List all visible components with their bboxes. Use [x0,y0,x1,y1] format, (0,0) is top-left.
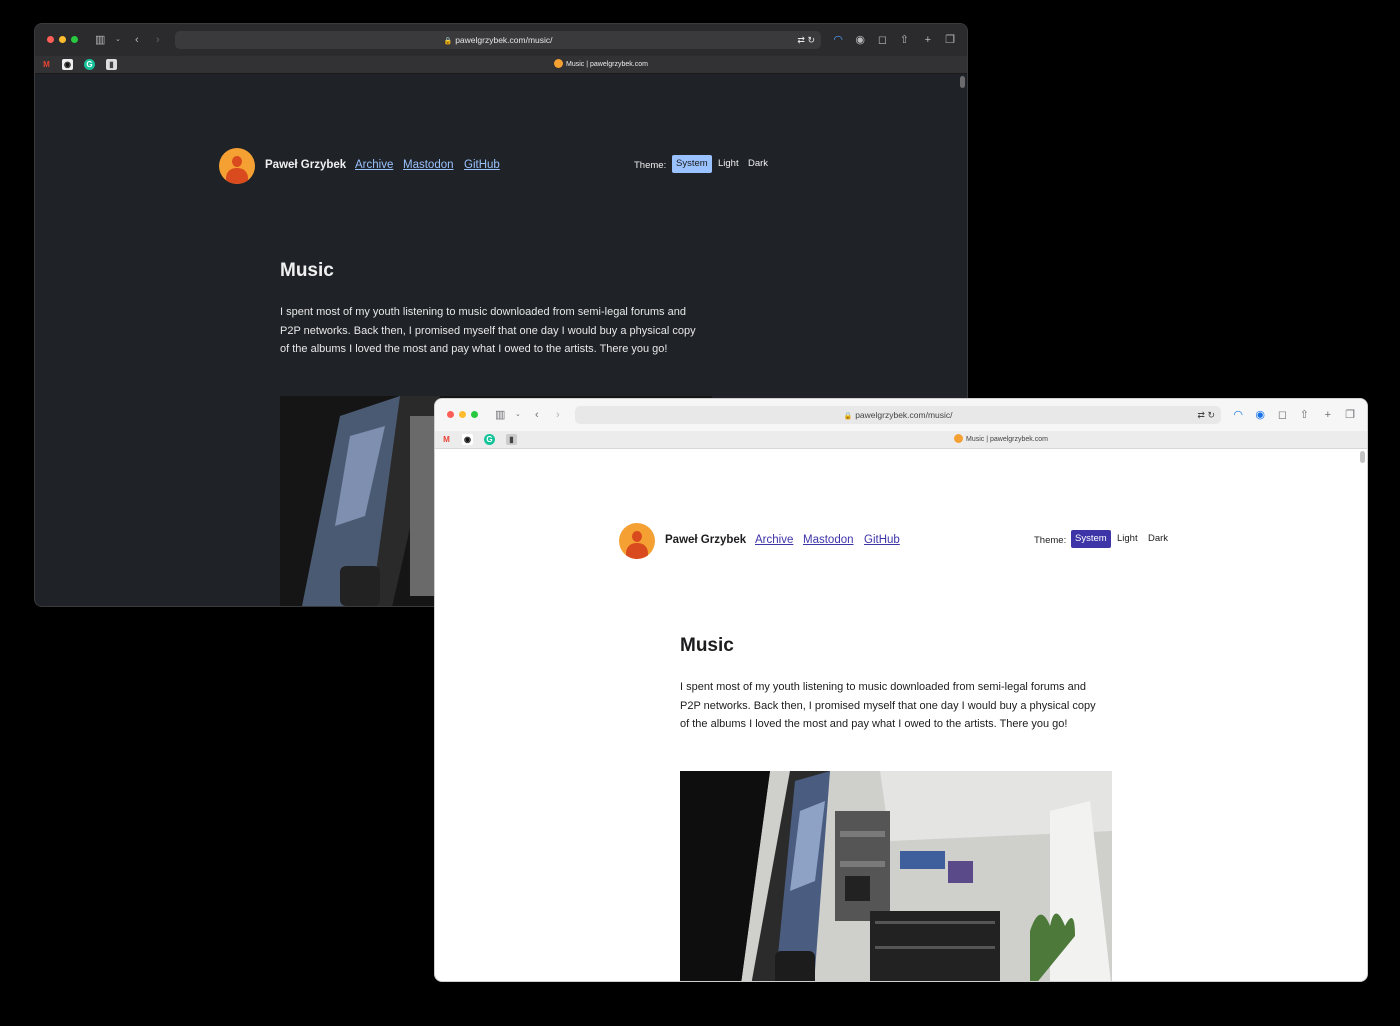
chat-icon[interactable]: ◻ [878,32,887,48]
tab-bar: M ◉ G ▮ Music | pawelgrzybek.com [35,56,967,74]
lock-icon: 🔒 [443,38,453,45]
theme-label: Theme: [1034,535,1067,546]
close-window-button[interactable] [447,411,454,418]
theme-dark-button[interactable]: Dark [744,155,772,173]
rss-icon[interactable]: ◠ [1233,407,1243,423]
site-header: Paweł Grzybek Archive Mastodon GitHub Th… [619,523,1179,561]
back-icon[interactable]: ‹ [135,32,139,48]
share-icon[interactable]: ⇧ [1300,407,1309,423]
chat-icon[interactable]: ◻ [1278,407,1287,423]
address-bar[interactable]: 🔒 pawelgrzybek.com/music/ ⇄ ↻ [575,406,1221,424]
tabs-overview-icon[interactable]: ❐ [945,32,955,48]
chevron-down-icon[interactable]: ⌄ [115,32,121,48]
back-icon[interactable]: ‹ [535,407,539,423]
lock-icon: 🔒 [843,413,853,420]
new-tab-icon[interactable]: + [1325,407,1331,423]
tabs-overview-icon[interactable]: ❐ [1345,407,1355,423]
nav-mastodon-link[interactable]: Mastodon [403,159,454,171]
url-text: pawelgrzybek.com/music/ [455,35,553,45]
browser-toolbar: ▥ ⌄ ‹ › ▤ 🔒pawelgrzybek.com/music/ ⇄ ↻ ◠… [435,399,1367,431]
music-room-photo [680,771,1112,981]
theme-system-button[interactable]: System [1071,530,1111,548]
tab-bar: M ◉ G ▮ Music | pawelgrzybek.com [435,431,1367,449]
nav-archive-link[interactable]: Archive [755,534,793,546]
avatar[interactable] [619,523,655,559]
theme-light-button[interactable]: Light [1113,530,1142,548]
theme-dark-button[interactable]: Dark [1144,530,1172,548]
rss-icon[interactable]: ◠ [833,32,843,48]
nav-mastodon-link[interactable]: Mastodon [803,534,854,546]
tab-active[interactable]: Music | pawelgrzybek.com [875,431,1127,448]
gmail-icon[interactable]: M [41,59,52,70]
address-bar[interactable]: 🔒 pawelgrzybek.com/music/ ⇄ ↻ [175,31,821,49]
theme-label: Theme: [634,160,667,171]
gmail-icon[interactable]: M [441,434,452,445]
zoom-window-button[interactable] [471,411,478,418]
page-title: Music [680,635,734,656]
new-tab-icon[interactable]: + [925,32,931,48]
site-header: Paweł Grzybek Archive Mastodon GitHub Th… [219,148,779,186]
tab-title: Music | pawelgrzybek.com [966,436,1048,443]
browser-window-light: ▥ ⌄ ‹ › ▤ 🔒pawelgrzybek.com/music/ ⇄ ↻ ◠… [434,398,1368,982]
browser-toolbar: ▥ ⌄ ‹ › ▤ 🔒pawelgrzybek.com/music/ ⇄ ↻ ◠… [35,24,967,56]
translate-icon[interactable]: ⇄ ↻ [1197,406,1215,424]
tab-title: Music | pawelgrzybek.com [566,61,648,68]
minimize-window-button[interactable] [59,36,66,43]
tab-active[interactable]: Music | pawelgrzybek.com [475,56,727,73]
extension-icon[interactable]: ◉ [855,32,865,48]
minimize-window-button[interactable] [459,411,466,418]
forward-icon[interactable]: › [556,407,560,423]
sidebar-icon[interactable]: ▥ [495,407,505,423]
author-name[interactable]: Paweł Grzybek [265,159,346,171]
sidebar-icon[interactable]: ▥ [95,32,105,48]
page-title: Music [280,260,334,281]
theme-system-button[interactable]: System [672,155,712,173]
intro-paragraph: I spent most of my youth listening to mu… [680,681,1096,730]
close-window-button[interactable] [47,36,54,43]
url-text: pawelgrzybek.com/music/ [855,410,953,420]
nav-archive-link[interactable]: Archive [355,159,393,171]
tab-favicon-icon [954,434,964,443]
translate-icon[interactable]: ⇄ ↻ [797,31,815,49]
intro-paragraph: I spent most of my youth listening to mu… [280,306,696,355]
share-icon[interactable]: ⇧ [900,32,909,48]
nav-github-link[interactable]: GitHub [864,534,900,546]
grammarly-icon[interactable]: G [84,59,95,70]
author-name[interactable]: Paweł Grzybek [665,534,746,546]
zoom-window-button[interactable] [71,36,78,43]
chevron-down-icon[interactable]: ⌄ [515,407,521,423]
avatar[interactable] [219,148,255,184]
github-icon[interactable]: ◉ [62,59,73,70]
grammarly-icon[interactable]: G [484,434,495,445]
forward-icon[interactable]: › [156,32,160,48]
music-room-image [680,771,1112,981]
bookmark-icon[interactable]: ▮ [506,434,517,445]
tab-favicon-icon [554,59,564,68]
page-content: Paweł Grzybek Archive Mastodon GitHub Th… [435,449,1367,981]
nav-github-link[interactable]: GitHub [464,159,500,171]
bookmark-icon[interactable]: ▮ [106,59,117,70]
extension-icon[interactable]: ◉ [1255,407,1265,423]
github-icon[interactable]: ◉ [462,434,473,445]
theme-light-button[interactable]: Light [714,155,743,173]
